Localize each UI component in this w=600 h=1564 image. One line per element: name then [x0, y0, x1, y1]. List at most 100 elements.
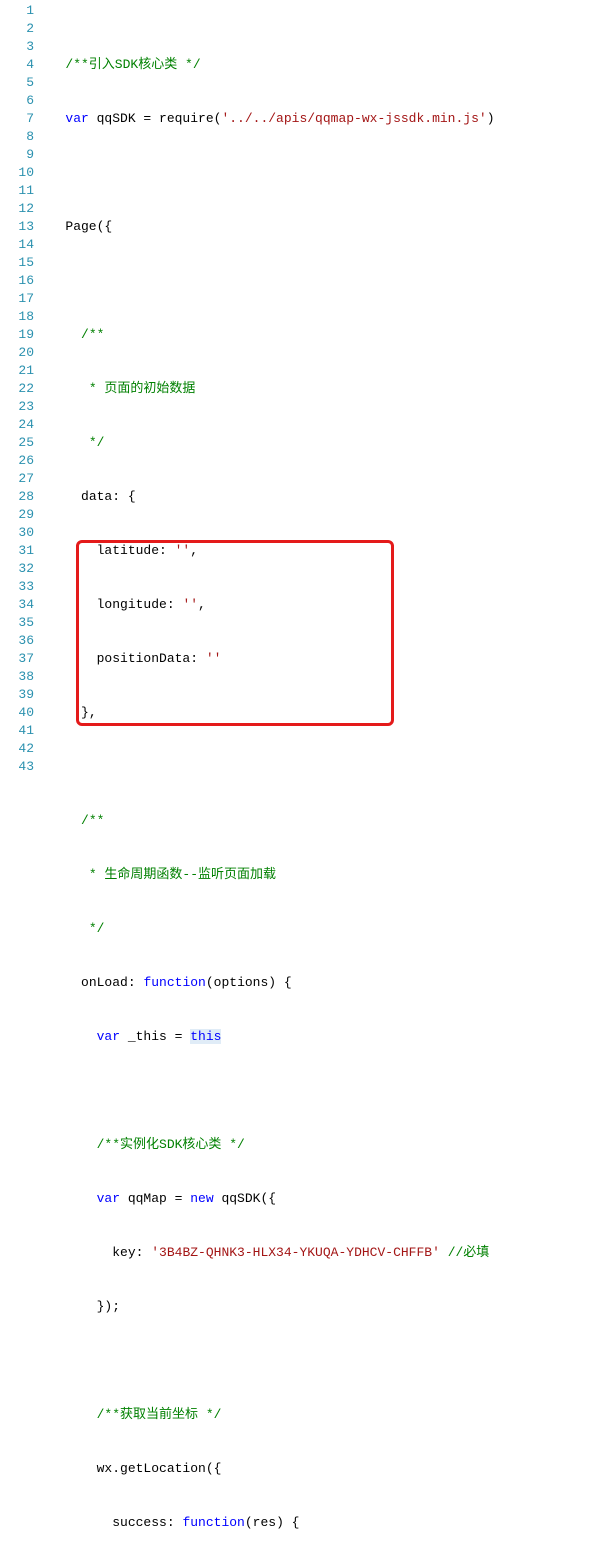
code-line [42, 164, 600, 182]
line-number: 37 [0, 650, 34, 668]
code-line: /**实例化SDK核心类 */ [42, 1136, 600, 1154]
code-text: positionData: [97, 651, 206, 666]
code-text: wx.getLocation({ [97, 1461, 222, 1476]
line-number: 17 [0, 290, 34, 308]
code-punc: , [190, 543, 198, 558]
line-number: 12 [0, 200, 34, 218]
line-number: 13 [0, 218, 34, 236]
keyword-function: function [143, 975, 205, 990]
line-number: 38 [0, 668, 34, 686]
line-number: 32 [0, 560, 34, 578]
line-number: 9 [0, 146, 34, 164]
code-line [42, 1352, 600, 1370]
line-number: 43 [0, 758, 34, 776]
line-number: 41 [0, 722, 34, 740]
code-line [42, 272, 600, 290]
code-text: longitude: [97, 597, 183, 612]
line-number: 39 [0, 686, 34, 704]
line-number: 34 [0, 596, 34, 614]
line-number: 27 [0, 470, 34, 488]
code-line: Page({ [42, 218, 600, 236]
line-number: 25 [0, 434, 34, 452]
line-number: 40 [0, 704, 34, 722]
code-line: success: function(res) { [42, 1514, 600, 1532]
code-line: */ [42, 920, 600, 938]
code-line: }, [42, 704, 600, 722]
code-text: data: { [81, 489, 136, 504]
line-number: 15 [0, 254, 34, 272]
keyword-this: this [190, 1029, 221, 1044]
line-number: 18 [0, 308, 34, 326]
code-text [440, 1245, 448, 1260]
line-number: 10 [0, 164, 34, 182]
comment: /**获取当前坐标 */ [97, 1407, 222, 1422]
code-punc: ) [487, 111, 495, 126]
comment: /**引入SDK核心类 */ [65, 57, 200, 72]
string-literal: '3B4BZ-QHNK3-HLX34-YKUQA-YDHCV-CHFFB' [151, 1245, 440, 1260]
line-number: 21 [0, 362, 34, 380]
code-text: latitude: [97, 543, 175, 558]
line-number: 20 [0, 344, 34, 362]
code-line: longitude: '', [42, 596, 600, 614]
line-number: 36 [0, 632, 34, 650]
comment: /**实例化SDK核心类 */ [97, 1137, 245, 1152]
comment: */ [81, 435, 104, 450]
code-line: wx.getLocation({ [42, 1460, 600, 1478]
code-punc: }); [97, 1299, 120, 1314]
line-number: 16 [0, 272, 34, 290]
code-line: onLoad: function(options) { [42, 974, 600, 992]
line-number: 7 [0, 110, 34, 128]
string-literal: '' [175, 543, 191, 558]
line-number: 30 [0, 524, 34, 542]
line-number: 3 [0, 38, 34, 56]
code-line: }); [42, 1298, 600, 1316]
code-line: latitude: '', [42, 542, 600, 560]
line-number: 29 [0, 506, 34, 524]
line-number: 35 [0, 614, 34, 632]
code-line: positionData: '' [42, 650, 600, 668]
code-line: var qqSDK = require('../../apis/qqmap-wx… [42, 110, 600, 128]
code-line [42, 1082, 600, 1100]
code-text: _this = [120, 1029, 190, 1044]
keyword-function: function [182, 1515, 244, 1530]
code-line: * 页面的初始数据 [42, 380, 600, 398]
line-number: 42 [0, 740, 34, 758]
code-line: /**引入SDK核心类 */ [42, 56, 600, 74]
code-text: qqMap = [120, 1191, 190, 1206]
comment: /** [81, 813, 104, 828]
string-literal: '' [206, 651, 222, 666]
line-number: 23 [0, 398, 34, 416]
keyword-var: var [97, 1029, 120, 1044]
code-text: qqSDK({ [214, 1191, 276, 1206]
code-line: data: { [42, 488, 600, 506]
code-punc: }, [81, 705, 97, 720]
code-line: * 生命周期函数--监听页面加载 [42, 866, 600, 884]
line-gutter: 1234567891011121314151617181920212223242… [0, 2, 42, 1564]
line-number: 33 [0, 578, 34, 596]
code-line: /**获取当前坐标 */ [42, 1406, 600, 1424]
comment: /** [81, 327, 104, 342]
line-number: 1 [0, 2, 34, 20]
code-line: /** [42, 326, 600, 344]
code-line [42, 758, 600, 776]
line-number: 2 [0, 20, 34, 38]
code-text: key: [112, 1245, 151, 1260]
line-number: 8 [0, 128, 34, 146]
keyword-var: var [65, 111, 88, 126]
comment: */ [81, 921, 104, 936]
code-line: /** [42, 812, 600, 830]
comment: * 生命周期函数--监听页面加载 [81, 867, 276, 882]
code-line: var _this = this [42, 1028, 600, 1046]
line-number: 24 [0, 416, 34, 434]
line-number: 6 [0, 92, 34, 110]
string-literal: '' [182, 597, 198, 612]
string-literal: '../../apis/qqmap-wx-jssdk.min.js' [221, 111, 486, 126]
code-text: (res) { [245, 1515, 300, 1530]
code-text: Page({ [65, 219, 112, 234]
line-number: 14 [0, 236, 34, 254]
comment: * 页面的初始数据 [81, 381, 195, 396]
code-line: key: '3B4BZ-QHNK3-HLX34-YKUQA-YDHCV-CHFF… [42, 1244, 600, 1262]
line-number: 22 [0, 380, 34, 398]
line-number: 31 [0, 542, 34, 560]
keyword-new: new [190, 1191, 213, 1206]
